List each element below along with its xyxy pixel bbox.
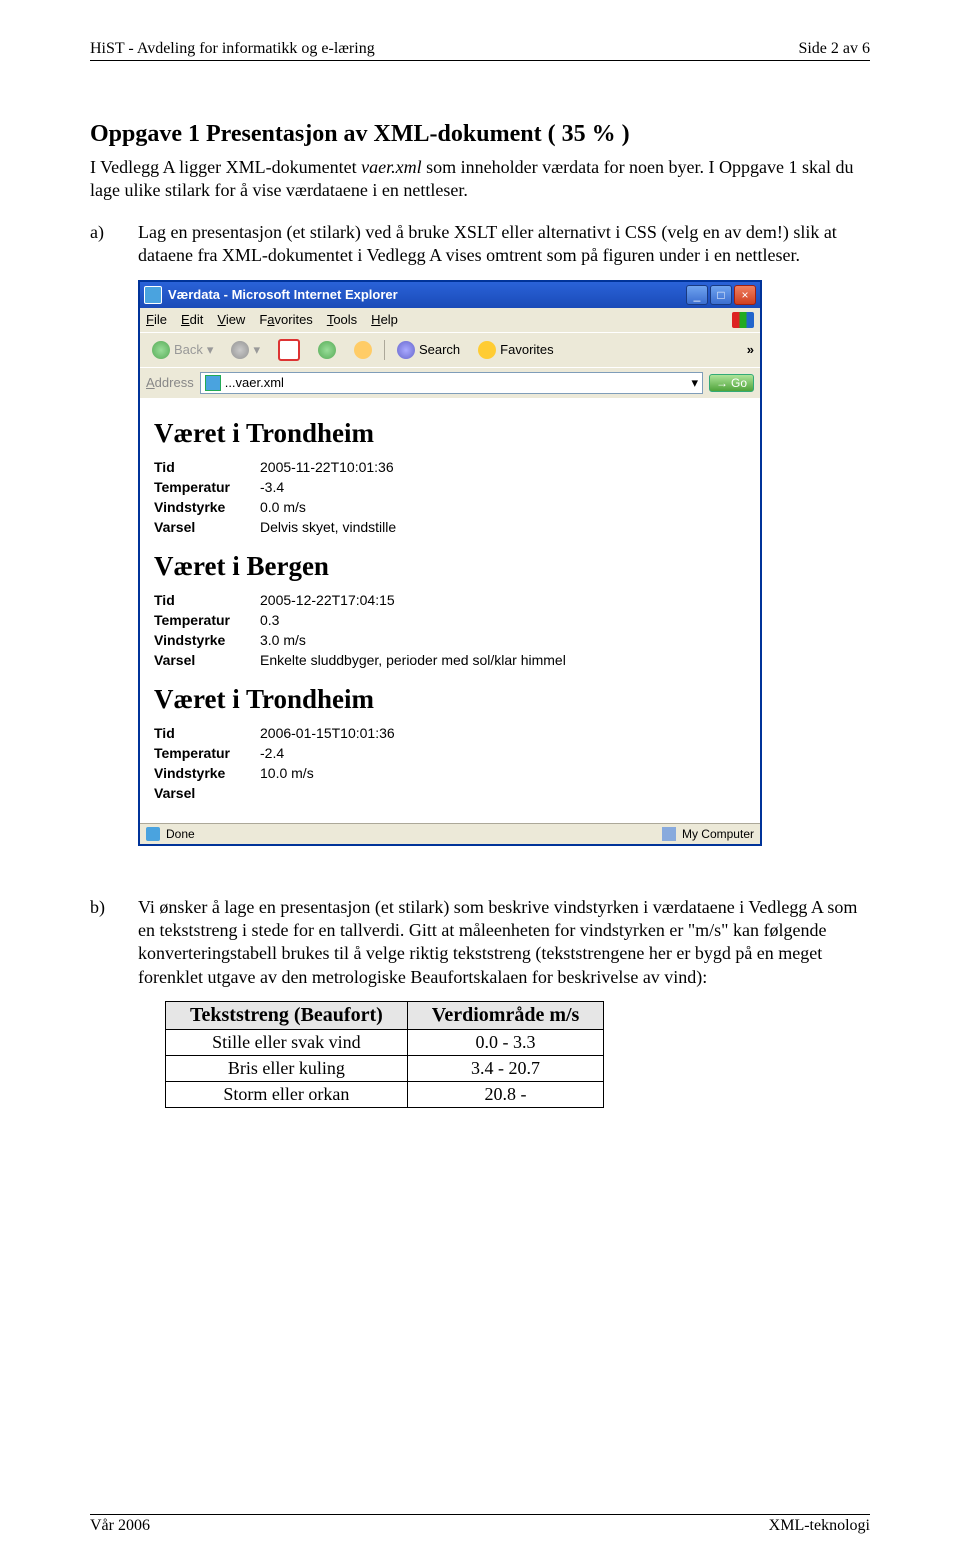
titlebar: Værdata - Microsoft Internet Explorer _ …: [140, 282, 760, 308]
table-row: Stille eller svak vind0.0 - 3.3: [166, 1030, 604, 1056]
weather-table: Tid2005-12-22T17:04:15 Temperatur0.3 Vin…: [154, 590, 572, 670]
table-row: Storm eller orkan20.8 -: [166, 1082, 604, 1108]
page-footer: Vår 2006 XML-teknologi: [90, 1514, 870, 1535]
menu-view[interactable]: View: [217, 312, 245, 328]
search-icon: [397, 341, 415, 359]
ie-window: Værdata - Microsoft Internet Explorer _ …: [138, 280, 762, 846]
stop-button[interactable]: [272, 337, 306, 363]
page-status-icon: [146, 827, 160, 841]
star-icon: [478, 341, 496, 359]
section-heading: Været i Trondheim: [154, 684, 746, 715]
refresh-icon: [318, 341, 336, 359]
filename: vaer.xml: [361, 157, 421, 177]
ie-icon: [144, 286, 162, 304]
menu-tools[interactable]: Tools: [327, 312, 357, 328]
home-icon: [354, 341, 372, 359]
header-right: Side 2 av 6: [798, 40, 870, 58]
search-button[interactable]: Search: [391, 339, 466, 361]
item-a: a) Lag en presentasjon (et stilark) ved …: [90, 221, 870, 268]
menu-edit[interactable]: Edit: [181, 312, 203, 328]
forward-button[interactable]: ▾: [225, 339, 266, 361]
chevron-down-icon: ▾: [207, 342, 214, 358]
footer-left: Vår 2006: [90, 1517, 150, 1535]
weather-table: Tid2006-01-15T10:01:36 Temperatur-2.4 Vi…: [154, 723, 401, 803]
toolbar-overflow-icon[interactable]: »: [747, 342, 754, 357]
zone-icon: [662, 827, 676, 841]
back-button[interactable]: Back ▾: [146, 339, 219, 361]
header-left: HiST - Avdeling for informatikk og e-lær…: [90, 40, 375, 58]
back-icon: [152, 341, 170, 359]
footer-right: XML-teknologi: [769, 1517, 870, 1535]
refresh-button[interactable]: [312, 339, 342, 361]
table-header: Tekststreng (Beaufort): [166, 1002, 408, 1030]
chevron-down-icon: ▾: [253, 342, 260, 358]
item-b-marker: b): [90, 896, 138, 990]
minimize-button[interactable]: _: [686, 285, 708, 305]
go-button[interactable]: → Go: [709, 374, 754, 392]
page-favicon-icon: [205, 375, 221, 391]
intro-paragraph: I Vedlegg A ligger XML-dokumentet vaer.x…: [90, 156, 870, 203]
item-b: b) Vi ønsker å lage en presentasjon (et …: [90, 896, 870, 990]
windows-flag-icon: [732, 312, 754, 328]
maximize-button[interactable]: □: [710, 285, 732, 305]
address-label: Address: [146, 375, 194, 390]
favorites-button[interactable]: Favorites: [472, 339, 559, 361]
status-zone: My Computer: [682, 827, 754, 841]
section-heading: Været i Trondheim: [154, 418, 746, 449]
close-button[interactable]: ×: [734, 285, 756, 305]
menu-file[interactable]: File: [146, 312, 167, 328]
table-header: Verdiområde m/s: [407, 1002, 604, 1030]
page-header: HiST - Avdeling for informatikk og e-lær…: [90, 40, 870, 61]
toolbar: Back ▾ ▾ Search Favorites »: [140, 332, 760, 367]
item-a-text: Lag en presentasjon (et stilark) ved å b…: [138, 221, 870, 268]
window-title: Værdata - Microsoft Internet Explorer: [168, 287, 684, 302]
item-b-text: Vi ønsker å lage en presentasjon (et sti…: [138, 896, 870, 990]
menu-help[interactable]: Help: [371, 312, 398, 328]
forward-icon: [231, 341, 249, 359]
status-done: Done: [166, 827, 195, 841]
beaufort-table: Tekststreng (Beaufort) Verdiområde m/s S…: [165, 1001, 604, 1108]
menubar: File Edit View Favorites Tools Help: [140, 308, 760, 332]
stop-icon: [278, 339, 300, 361]
menu-favorites[interactable]: Favorites: [259, 312, 312, 328]
home-button[interactable]: [348, 339, 378, 361]
table-row: Bris eller kuling3.4 - 20.7: [166, 1056, 604, 1082]
weather-table: Tid2005-11-22T10:01:36 Temperatur-3.4 Vi…: [154, 457, 402, 537]
address-input[interactable]: ...vaer.xml ▾: [200, 372, 703, 394]
section-heading: Været i Bergen: [154, 551, 746, 582]
dropdown-icon[interactable]: ▾: [691, 375, 698, 391]
address-bar: Address ...vaer.xml ▾ → Go: [140, 367, 760, 398]
statusbar: Done My Computer: [140, 823, 760, 844]
item-a-marker: a): [90, 221, 138, 268]
task-title: Oppgave 1 Presentasjon av XML-dokument (…: [90, 121, 870, 148]
table-header-row: Tekststreng (Beaufort) Verdiområde m/s: [166, 1002, 604, 1030]
page-content: Været i Trondheim Tid2005-11-22T10:01:36…: [140, 398, 760, 823]
